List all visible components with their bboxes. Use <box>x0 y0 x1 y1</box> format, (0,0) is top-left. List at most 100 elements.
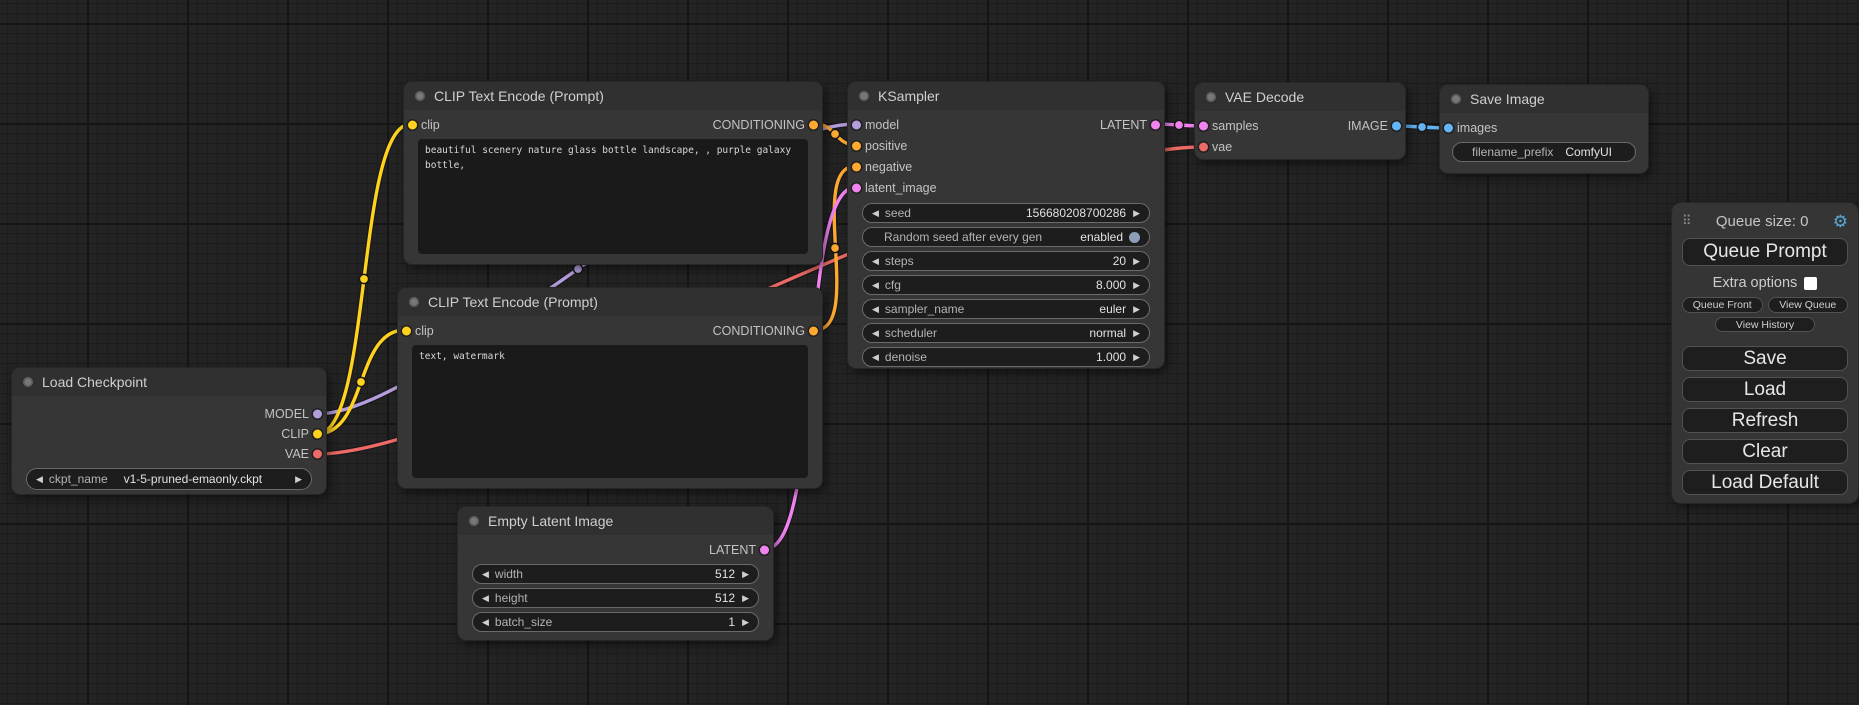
increment-arrow-icon[interactable] <box>1126 353 1140 362</box>
increment-arrow-icon[interactable] <box>1126 281 1140 290</box>
negative-prompt-textarea[interactable]: text, watermark <box>412 345 808 478</box>
node-titlebar[interactable]: VAE Decode <box>1195 83 1405 111</box>
node-load-checkpoint: Load Checkpoint MODEL CLIP VAE ckpt_name… <box>12 368 326 494</box>
node-titlebar[interactable]: Load Checkpoint <box>12 368 326 396</box>
input-label-negative: negative <box>865 160 912 174</box>
input-slot-negative[interactable] <box>852 162 861 171</box>
widget-label: filename_prefix <box>1472 145 1553 159</box>
collapse-dot-icon[interactable] <box>409 297 419 307</box>
node-titlebar[interactable]: CLIP Text Encode (Prompt) <box>404 82 822 110</box>
queue-menu-panel: Queue size: 0 Queue Prompt Extra options… <box>1672 203 1858 503</box>
collapse-dot-icon[interactable] <box>1206 92 1216 102</box>
filename-prefix-widget[interactable]: filename_prefix ComfyUI <box>1452 142 1636 162</box>
node-title: VAE Decode <box>1225 83 1304 111</box>
collapse-dot-icon[interactable] <box>1451 94 1461 104</box>
sampler-name-widget[interactable]: sampler_name euler <box>862 299 1150 319</box>
load-button[interactable]: Load <box>1682 377 1848 402</box>
output-slot-conditioning[interactable] <box>809 120 818 129</box>
output-slot-latent[interactable] <box>760 545 769 554</box>
node-title: Save Image <box>1470 85 1545 113</box>
node-titlebar[interactable]: KSampler <box>848 82 1164 110</box>
node-title: KSampler <box>878 82 939 110</box>
widget-label: height <box>495 591 528 605</box>
node-clip-text-encode-positive: CLIP Text Encode (Prompt) clip CONDITION… <box>404 82 822 264</box>
collapse-dot-icon[interactable] <box>23 377 33 387</box>
decrement-arrow-icon[interactable] <box>482 618 489 627</box>
decrement-arrow-icon[interactable] <box>872 257 879 266</box>
decrement-arrow-icon[interactable] <box>872 305 879 314</box>
input-slot-vae[interactable] <box>1199 142 1208 151</box>
output-label-model: MODEL <box>265 407 309 421</box>
height-widget[interactable]: height 512 <box>472 588 759 608</box>
output-slot-vae[interactable] <box>313 450 322 459</box>
view-history-button[interactable]: View History <box>1715 317 1815 332</box>
decrement-arrow-icon[interactable] <box>872 209 879 218</box>
increment-arrow-icon[interactable] <box>1126 329 1140 338</box>
extra-options-checkbox[interactable] <box>1804 277 1817 290</box>
widget-value: 1.000 <box>1096 350 1126 364</box>
increment-arrow-icon[interactable] <box>735 594 749 603</box>
increment-arrow-icon[interactable] <box>735 618 749 627</box>
input-slot-positive[interactable] <box>852 141 861 150</box>
input-label-samples: samples <box>1212 119 1259 133</box>
comfyui-canvas[interactable]: { "colors":{"model":"#b39ddb","clip":"#f… <box>0 0 1859 705</box>
batch-size-widget[interactable]: batch_size 1 <box>472 612 759 632</box>
output-slot-clip[interactable] <box>313 430 322 439</box>
output-label-latent: LATENT <box>709 543 756 557</box>
input-label-model: model <box>865 118 899 132</box>
input-slot-samples[interactable] <box>1199 121 1208 130</box>
output-label-latent: LATENT <box>1100 118 1147 132</box>
output-slot-latent[interactable] <box>1151 120 1160 129</box>
positive-prompt-textarea[interactable]: beautiful scenery nature glass bottle la… <box>418 139 808 254</box>
scheduler-widget[interactable]: scheduler normal <box>862 323 1150 343</box>
extra-options-label: Extra options <box>1713 275 1798 291</box>
drag-handle-icon[interactable] <box>1682 213 1692 229</box>
refresh-button[interactable]: Refresh <box>1682 408 1848 433</box>
increment-arrow-icon[interactable] <box>1126 209 1140 218</box>
increment-arrow-icon[interactable] <box>1126 305 1140 314</box>
decrement-arrow-icon[interactable] <box>36 475 43 484</box>
decrement-arrow-icon[interactable] <box>872 329 879 338</box>
input-slot-model[interactable] <box>852 120 861 129</box>
input-slot-clip[interactable] <box>408 120 417 129</box>
node-titlebar[interactable]: CLIP Text Encode (Prompt) <box>398 288 822 316</box>
input-slot-latent-image[interactable] <box>852 183 861 192</box>
cfg-widget[interactable]: cfg 8.000 <box>862 275 1150 295</box>
input-slot-images[interactable] <box>1444 123 1453 132</box>
load-default-button[interactable]: Load Default <box>1682 470 1848 495</box>
node-titlebar[interactable]: Save Image <box>1440 85 1648 113</box>
decrement-arrow-icon[interactable] <box>482 594 489 603</box>
clear-button[interactable]: Clear <box>1682 439 1848 464</box>
decrement-arrow-icon[interactable] <box>482 570 489 579</box>
widget-value: 8.000 <box>1096 278 1126 292</box>
view-queue-button[interactable]: View Queue <box>1768 297 1849 313</box>
steps-widget[interactable]: steps 20 <box>862 251 1150 271</box>
decrement-arrow-icon[interactable] <box>872 353 879 362</box>
widget-value: euler <box>1099 302 1126 316</box>
decrement-arrow-icon[interactable] <box>872 281 879 290</box>
output-slot-model[interactable] <box>313 410 322 419</box>
output-slot-image[interactable] <box>1392 121 1401 130</box>
input-slot-clip[interactable] <box>402 326 411 335</box>
settings-gear-icon[interactable] <box>1833 213 1848 230</box>
queue-prompt-button[interactable]: Queue Prompt <box>1682 238 1848 266</box>
queue-front-button[interactable]: Queue Front <box>1682 297 1763 313</box>
widget-value: 20 <box>1113 254 1126 268</box>
collapse-dot-icon[interactable] <box>469 516 479 526</box>
save-button[interactable]: Save <box>1682 346 1848 371</box>
output-slot-conditioning[interactable] <box>809 326 818 335</box>
node-titlebar[interactable]: Empty Latent Image <box>458 507 773 535</box>
increment-arrow-icon[interactable] <box>1126 257 1140 266</box>
widget-value: ComfyUI <box>1565 145 1612 159</box>
collapse-dot-icon[interactable] <box>859 91 869 101</box>
denoise-widget[interactable]: denoise 1.000 <box>862 347 1150 367</box>
increment-arrow-icon[interactable] <box>288 475 302 484</box>
widget-label: sampler_name <box>885 302 964 316</box>
random-seed-toggle-widget[interactable]: Random seed after every gen enabled <box>862 227 1150 247</box>
collapse-dot-icon[interactable] <box>415 91 425 101</box>
seed-widget[interactable]: seed 156680208700286 <box>862 203 1150 223</box>
toggle-dot-icon[interactable] <box>1129 232 1140 243</box>
width-widget[interactable]: width 512 <box>472 564 759 584</box>
increment-arrow-icon[interactable] <box>735 570 749 579</box>
ckpt-name-widget[interactable]: ckpt_name v1-5-pruned-emaonly.ckpt <box>26 468 312 490</box>
